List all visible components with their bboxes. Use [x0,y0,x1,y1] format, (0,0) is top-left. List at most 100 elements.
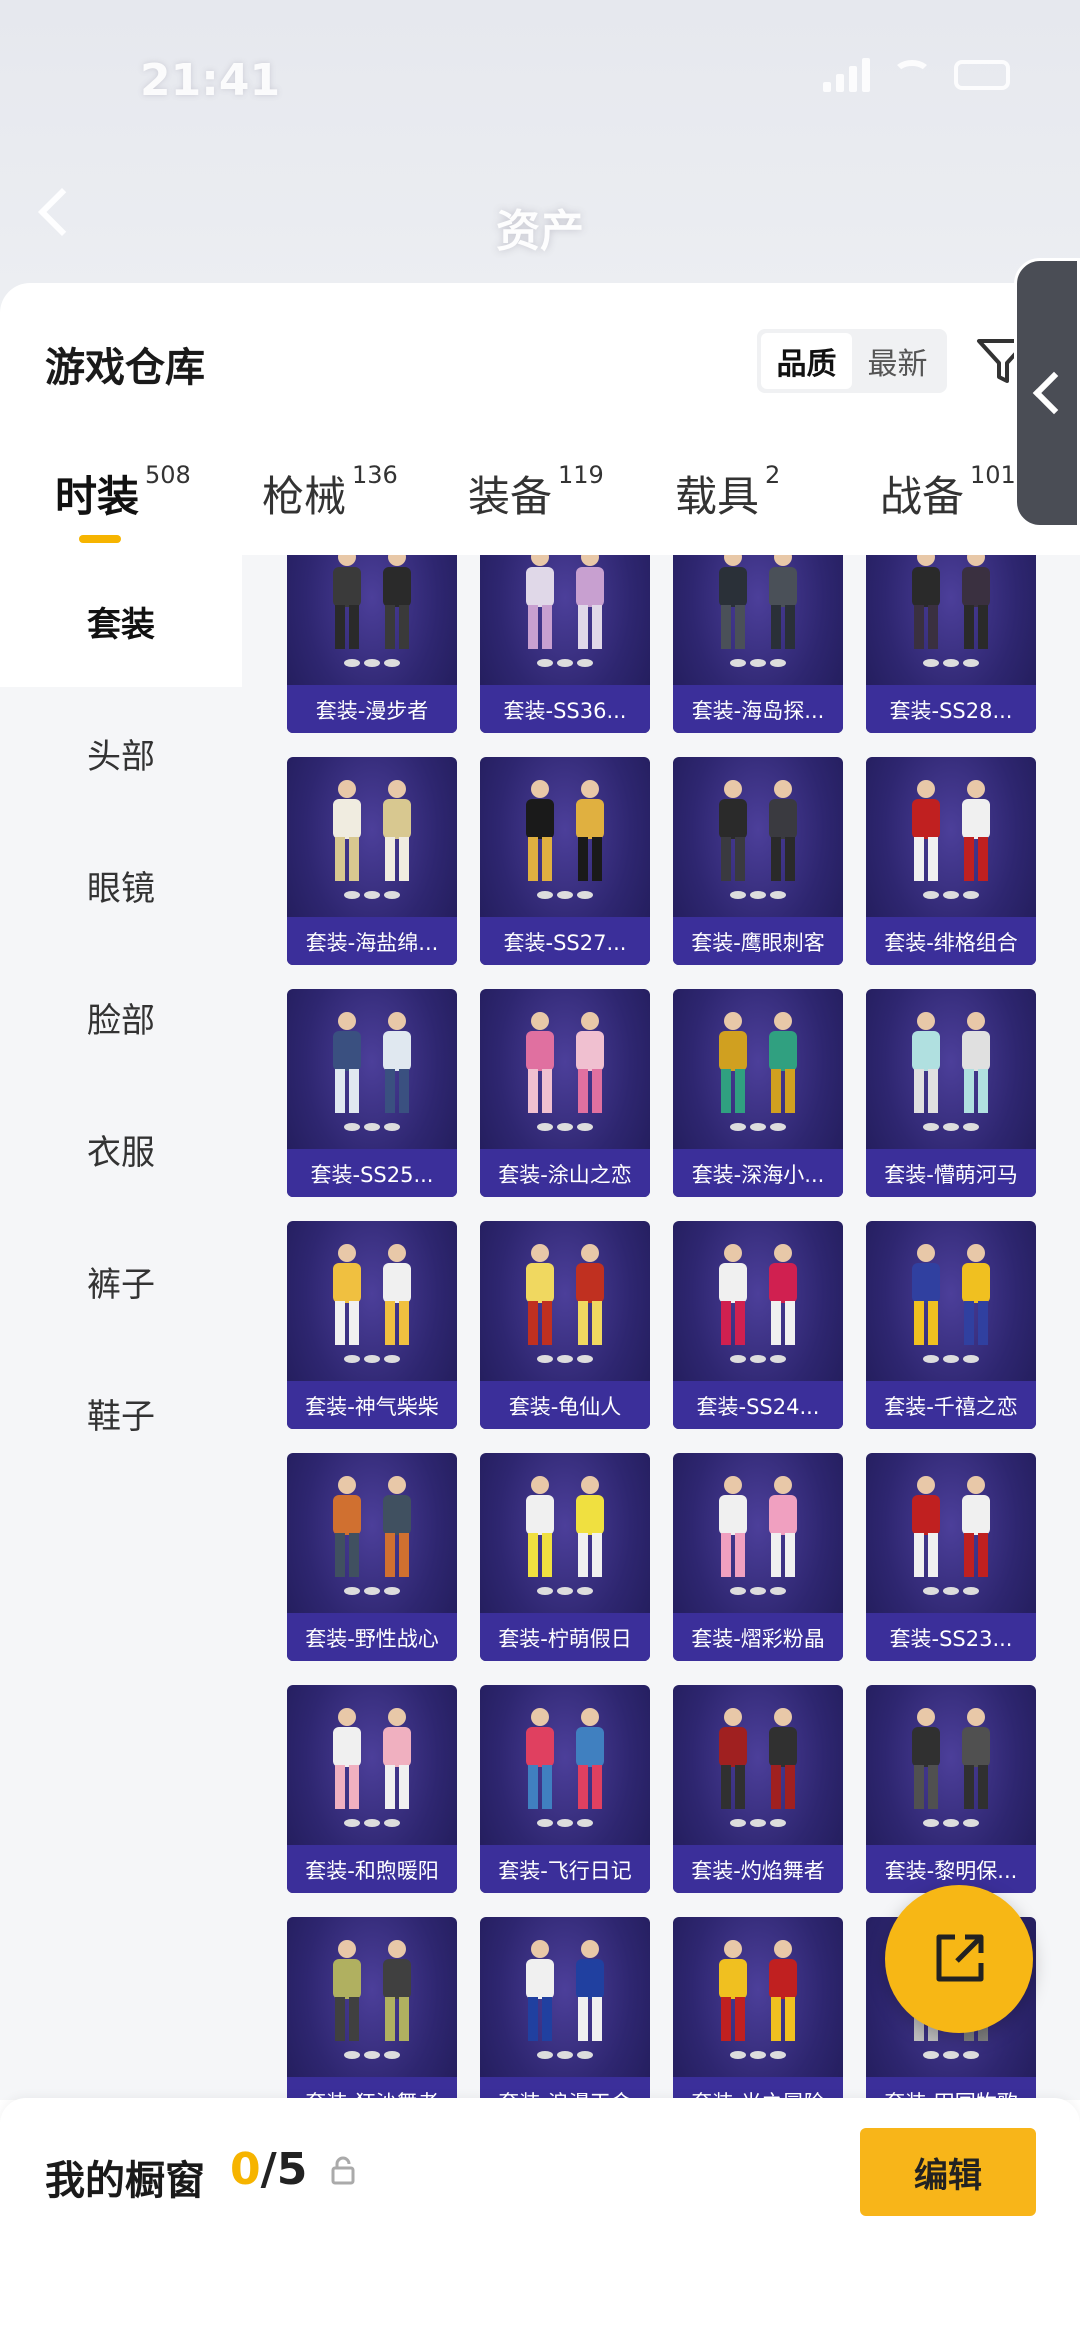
outfit-image [719,1244,797,1363]
outfit-label: 套装-田园牧歌 [866,2087,1036,2100]
outfit-image [912,1012,990,1131]
outfit-image [912,1244,990,1363]
outfit-card[interactable]: 套装-SS24... [673,1221,843,1429]
outfit-card[interactable]: 套装-熠彩粉晶 [673,1453,843,1661]
sidebar-item-clothes[interactable]: 衣服 [0,1083,242,1215]
showcase-title: 我的橱窗 [45,2158,205,2204]
outfit-label: 套装-狂沙舞者 [287,2087,457,2100]
outfit-card[interactable]: 套装-SS36... [480,555,650,733]
outfit-image [526,1476,604,1595]
lock-icon [331,2156,355,2185]
outfit-image [333,1476,411,1595]
sort-newest-option[interactable]: 最新 [852,333,943,389]
outfit-card[interactable]: 套装-SS23... [866,1453,1036,1661]
outfit-image [333,1708,411,1827]
signal-icon [823,58,870,92]
outfit-label: 套装-和煦暖阳 [305,1859,439,1883]
outfit-card[interactable]: 套装-灼焰舞者 [673,1685,843,1893]
sidebar-item-pants[interactable]: 裤子 [0,1215,242,1347]
tab-gear[interactable]: 战备 101 [880,461,1016,524]
outfit-image [526,555,604,667]
outfit-image [526,780,604,899]
tab-vehicles[interactable]: 载具 2 [675,461,781,524]
outfit-card[interactable]: 套装-野性战心 [287,1453,457,1661]
showcase-bar: 我的橱窗 0/5 编辑 [0,2098,1080,2341]
outfit-card[interactable]: 套装-和煦暖阳 [287,1685,457,1893]
outfit-image [719,1012,797,1131]
outfit-image [526,1940,604,2059]
outfit-card[interactable]: 套装-鹰眼刺客 [673,757,843,965]
side-drawer-handle[interactable] [1014,258,1080,528]
outfit-card[interactable]: 套装-海岛探... [673,555,843,733]
outfit-card[interactable]: 套装-绯格组合 [866,757,1036,965]
outfit-label: 套装-浪漫天命 [480,2087,650,2100]
outfit-card[interactable]: 套装-黎明保... [866,1685,1036,1893]
outfit-label: 套装-海岛探... [691,699,825,723]
sidebar-item-suit[interactable]: 套装 [0,555,242,687]
battery-icon [954,60,1010,90]
outfit-card[interactable]: 套装-SS25... [287,989,457,1197]
tab-count: 2 [765,461,781,489]
outfit-image [719,1476,797,1595]
wifi-icon [892,60,932,90]
item-grid: 套装-漫步者 套装-SS36... 套装-海岛探... 套装-SS28... 套装-海盐… [242,555,1080,2100]
outfit-label: 套装-SS36... [503,699,627,723]
sidebar-item-shoes[interactable]: 鞋子 [0,1347,242,1479]
sheet-title: 游戏仓库 [45,345,205,391]
outfit-label: 套装-涂山之恋 [498,1163,632,1187]
sidebar-item-face[interactable]: 脸部 [0,951,242,1083]
tab-guns[interactable]: 枪械 136 [262,461,398,524]
outfit-label: 套装-SS27... [503,931,627,955]
outfit-card[interactable]: 套装-SS27... [480,757,650,965]
tab-fashion[interactable]: 时装 508 [55,461,191,524]
outfit-card[interactable]: 套装-柠萌假日 [480,1453,650,1661]
outfit-card[interactable]: 套装-狂沙舞者 [287,1917,457,2100]
outfit-image [333,1940,411,2059]
outfit-image [526,1012,604,1131]
tab-equipment[interactable]: 装备 119 [468,461,604,524]
outfit-label: 套装-SS25... [310,1163,434,1187]
chevron-left-icon [1032,371,1076,415]
showcase-total: /5 [260,2144,308,2195]
outfit-card[interactable]: 套装-涂山之恋 [480,989,650,1197]
sidebar-item-glasses[interactable]: 眼镜 [0,819,242,951]
outfit-card[interactable]: 套装-SS28... [866,555,1036,733]
outfit-label: 套装-黎明保... [884,1859,1018,1883]
outfit-card[interactable]: 套装-神气柴柴 [287,1221,457,1429]
tab-label: 时装 [55,472,140,521]
outfit-image [526,1244,604,1363]
tab-label: 装备 [468,472,553,521]
sort-quality-option[interactable]: 品质 [761,333,852,389]
outfit-card[interactable]: 套装-龟仙人 [480,1221,650,1429]
outfit-image [333,780,411,899]
outfit-label: 套装-龟仙人 [508,1395,622,1419]
top-header: 21:41 资产 [0,0,1080,300]
outfit-image [719,780,797,899]
outfit-label: 套装-灼焰舞者 [691,1859,825,1883]
tab-label: 战备 [880,472,965,521]
outfit-label: 套装-熠彩粉晶 [691,1627,825,1651]
outfit-card[interactable]: 套装-漫步者 [287,555,457,733]
outfit-card[interactable]: 套装-光之冒险 [673,1917,843,2100]
outfit-card[interactable]: 套装-海盐绵... [287,757,457,965]
outfit-card[interactable]: 套装-飞行日记 [480,1685,650,1893]
outfit-image [333,1244,411,1363]
category-tabs: 时装 508 枪械 136 装备 119 载具 2 战备 101 [0,461,1080,543]
tab-label: 载具 [675,472,760,521]
outfit-card[interactable]: 套装-深海小... [673,989,843,1197]
outfit-label: 套装-绯格组合 [884,931,1018,955]
outfit-card[interactable]: 套装-懵萌河马 [866,989,1036,1197]
outfit-card[interactable]: 套装-千禧之恋 [866,1221,1036,1429]
outfit-label: 套装-SS24... [696,1395,820,1419]
outfit-image [912,1476,990,1595]
tab-count: 508 [145,461,191,489]
sidebar-item-head[interactable]: 头部 [0,687,242,819]
outfit-image [719,1708,797,1827]
outfit-card[interactable]: 套装-浪漫天命 [480,1917,650,2100]
edit-button[interactable]: 编辑 [860,2128,1036,2216]
outfit-label: 套装-飞行日记 [498,1859,632,1883]
outfit-label: 套装-SS28... [889,699,1013,723]
share-button[interactable] [885,1885,1033,2033]
outfit-image [912,555,990,667]
showcase-current: 0 [230,2144,261,2195]
